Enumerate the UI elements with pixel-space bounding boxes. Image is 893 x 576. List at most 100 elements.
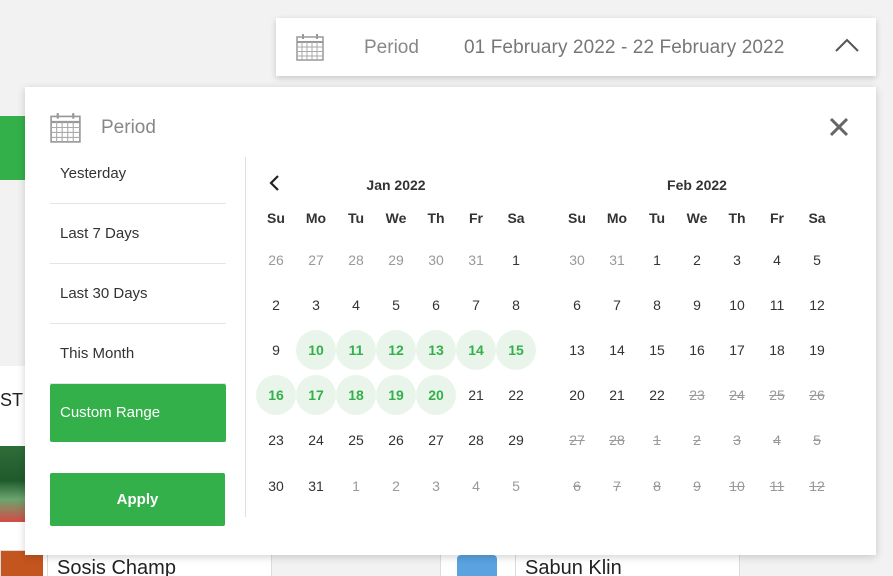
day-number: 2 (272, 296, 280, 313)
day-cell[interactable]: 13 (416, 327, 456, 372)
day-cell[interactable]: 21 (597, 373, 637, 418)
apply-button[interactable]: Apply (50, 473, 225, 526)
day-cell[interactable]: 31 (296, 463, 336, 508)
weekday-label: Sa (808, 210, 826, 226)
day-number: 6 (573, 477, 581, 494)
day-cell[interactable]: 30 (256, 463, 296, 508)
day-number: 4 (773, 432, 781, 449)
day-cell[interactable]: 28 (336, 237, 376, 282)
day-cell[interactable]: 3 (717, 237, 757, 282)
day-cell[interactable]: 8 (496, 282, 536, 327)
day-number: 1 (352, 477, 360, 494)
day-cell[interactable]: 5 (376, 282, 416, 327)
day-cell: 3 (717, 418, 757, 463)
day-cell[interactable]: 27 (416, 418, 456, 463)
day-number: 18 (769, 341, 785, 358)
chevron-up-icon[interactable] (834, 36, 860, 56)
day-cell[interactable]: 6 (557, 282, 597, 327)
day-grid: 26 27 28 29 30 31 1 2 3 4 5 6 7 8 9 10 11 12 13 14 15 16 17 18 1… (256, 237, 536, 508)
day-cell[interactable]: 31 (456, 237, 496, 282)
day-cell[interactable]: 9 (677, 282, 717, 327)
day-cell[interactable]: 15 (637, 327, 677, 372)
day-cell[interactable]: 3 (296, 282, 336, 327)
day-cell[interactable]: 7 (456, 282, 496, 327)
preset-last-30-days[interactable]: Last 30 Days (50, 264, 226, 324)
day-cell[interactable]: 3 (416, 463, 456, 508)
day-cell[interactable]: 17 (717, 327, 757, 372)
day-cell[interactable]: 7 (597, 282, 637, 327)
day-cell[interactable]: 8 (637, 282, 677, 327)
day-cell[interactable]: 30 (416, 237, 456, 282)
day-cell[interactable]: 1 (637, 237, 677, 282)
day-cell[interactable]: 14 (456, 327, 496, 372)
day-cell[interactable]: 31 (597, 237, 637, 282)
day-cell[interactable]: 29 (376, 237, 416, 282)
preset-last-7-days[interactable]: Last 7 Days (50, 204, 226, 264)
day-cell[interactable]: 11 (336, 327, 376, 372)
day-number: 6 (573, 296, 581, 313)
day-cell[interactable]: 14 (597, 327, 637, 372)
day-cell[interactable]: 4 (456, 463, 496, 508)
day-cell[interactable]: 12 (797, 282, 837, 327)
day-cell[interactable]: 20 (557, 373, 597, 418)
day-cell[interactable]: 30 (557, 237, 597, 282)
day-cell[interactable]: 6 (416, 282, 456, 327)
preset-yesterday[interactable]: Yesterday (50, 157, 226, 204)
day-number: 23 (268, 432, 284, 449)
day-number: 11 (336, 329, 376, 370)
day-cell[interactable]: 1 (336, 463, 376, 508)
prev-month-arrow-icon[interactable] (266, 173, 284, 193)
day-number: 5 (813, 251, 821, 268)
day-cell[interactable]: 28 (456, 418, 496, 463)
day-cell[interactable]: 10 (296, 327, 336, 372)
day-cell[interactable]: 19 (376, 373, 416, 418)
day-cell[interactable]: 16 (256, 373, 296, 418)
day-cell[interactable]: 19 (797, 327, 837, 372)
preset-this-month[interactable]: This Month (50, 324, 226, 384)
day-cell[interactable]: 26 (256, 237, 296, 282)
day-cell[interactable]: 13 (557, 327, 597, 372)
day-cell[interactable]: 16 (677, 327, 717, 372)
day-cell[interactable]: 20 (416, 373, 456, 418)
day-cell[interactable]: 5 (797, 237, 837, 282)
weekday-label: Su (267, 210, 285, 226)
day-cell[interactable]: 4 (336, 282, 376, 327)
preset-custom-range[interactable]: Custom Range (50, 384, 226, 442)
day-cell[interactable]: 4 (757, 237, 797, 282)
product-name: Sabun Klin (525, 557, 622, 576)
day-number: 4 (472, 477, 480, 494)
day-cell[interactable]: 18 (757, 327, 797, 372)
day-cell[interactable]: 27 (296, 237, 336, 282)
day-cell[interactable]: 23 (256, 418, 296, 463)
day-number: 1 (653, 432, 661, 449)
day-cell[interactable]: 26 (376, 418, 416, 463)
day-number: 19 (809, 341, 825, 358)
day-number: 26 (268, 251, 284, 268)
preset-list: Yesterday Last 7 Days Last 30 Days This Mon… (50, 157, 226, 442)
date-range-picker: Period Yesterday Last 7 Days Last 30 Days T… (25, 87, 876, 555)
day-cell[interactable]: 9 (256, 327, 296, 372)
day-cell[interactable]: 2 (376, 463, 416, 508)
day-cell[interactable]: 17 (296, 373, 336, 418)
day-cell[interactable]: 15 (496, 327, 536, 372)
day-number: 26 (809, 387, 825, 404)
day-cell[interactable]: 2 (677, 237, 717, 282)
close-icon[interactable] (827, 115, 851, 139)
day-cell[interactable]: 22 (637, 373, 677, 418)
day-number: 7 (613, 296, 621, 313)
day-cell[interactable]: 5 (496, 463, 536, 508)
period-selector[interactable]: Period 01 February 2022 - 22 February 20… (276, 18, 876, 76)
day-cell[interactable]: 25 (336, 418, 376, 463)
day-cell[interactable]: 12 (376, 327, 416, 372)
day-cell[interactable]: 29 (496, 418, 536, 463)
day-cell[interactable]: 24 (296, 418, 336, 463)
day-number: 29 (508, 432, 524, 449)
day-cell[interactable]: 10 (717, 282, 757, 327)
day-number: 5 (392, 296, 400, 313)
day-cell[interactable]: 1 (496, 237, 536, 282)
day-cell[interactable]: 2 (256, 282, 296, 327)
day-cell[interactable]: 18 (336, 373, 376, 418)
day-cell[interactable]: 21 (456, 373, 496, 418)
day-cell[interactable]: 11 (757, 282, 797, 327)
day-cell[interactable]: 22 (496, 373, 536, 418)
